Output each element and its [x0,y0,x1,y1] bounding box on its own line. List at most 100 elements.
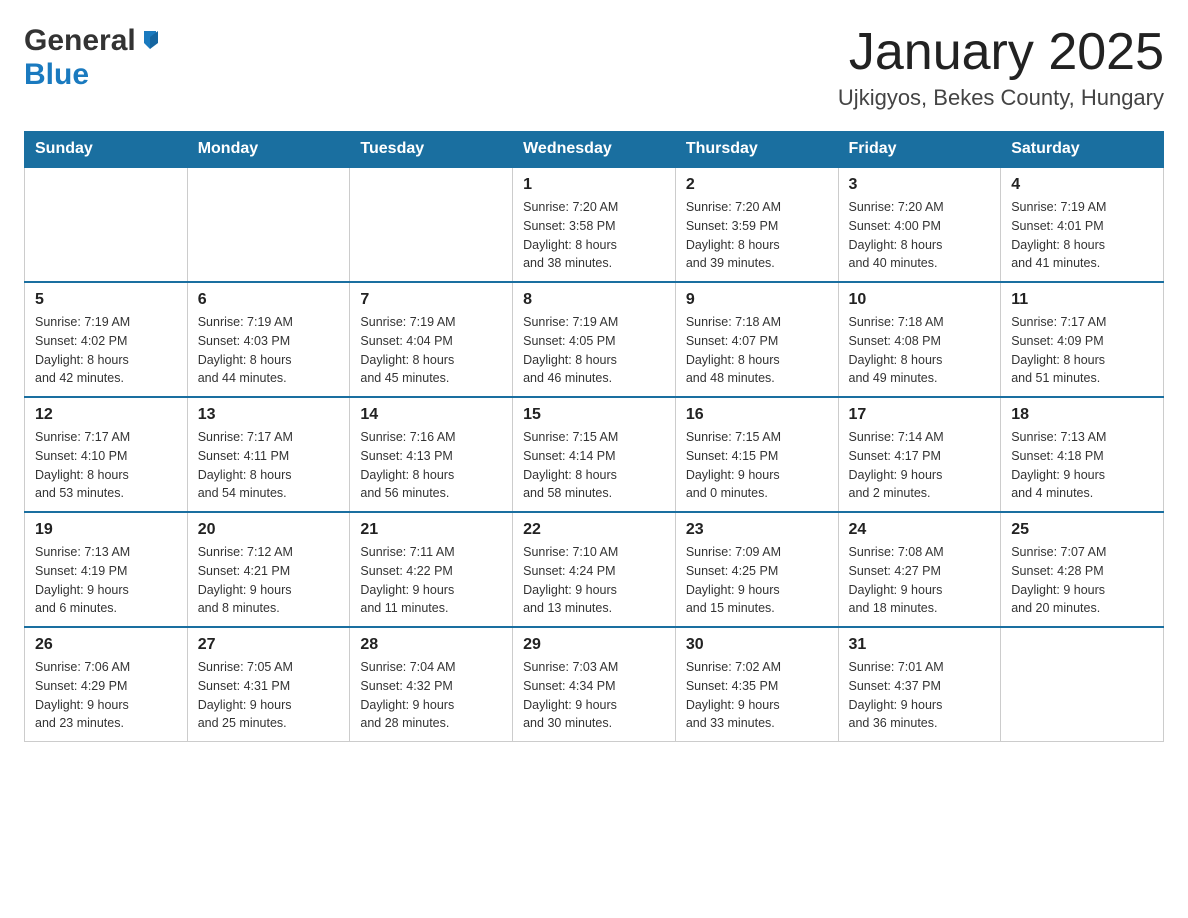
day-info: Sunrise: 7:12 AMSunset: 4:21 PMDaylight:… [198,543,340,618]
table-row: 26 Sunrise: 7:06 AMSunset: 4:29 PMDayligh… [25,627,188,742]
day-info: Sunrise: 7:19 AMSunset: 4:05 PMDaylight:… [523,313,665,388]
day-number: 12 [35,406,177,424]
day-info: Sunrise: 7:05 AMSunset: 4:31 PMDaylight:… [198,658,340,733]
day-info: Sunrise: 7:15 AMSunset: 4:14 PMDaylight:… [523,428,665,503]
table-row: 4Sunrise: 7:19 AMSunset: 4:01 PMDaylight… [1001,167,1164,282]
day-info: Sunrise: 7:19 AMSunset: 4:04 PMDaylight:… [360,313,502,388]
day-info: Sunrise: 7:06 AMSunset: 4:29 PMDaylight:… [35,658,177,733]
logo-arrow-icon [140,29,160,54]
day-info: Sunrise: 7:19 AMSunset: 4:02 PMDaylight:… [35,313,177,388]
day-info: Sunrise: 7:04 AMSunset: 4:32 PMDaylight:… [360,658,502,733]
table-row: 28Sunrise: 7:04 AMSunset: 4:32 PMDayligh… [350,627,513,742]
calendar-week-row: 19Sunrise: 7:13 AMSunset: 4:19 PMDayligh… [25,512,1164,627]
table-row [1001,627,1164,742]
table-row [187,167,350,282]
day-info: Sunrise: 7:13 AMSunset: 4:19 PMDaylight:… [35,543,177,618]
table-row: 23 Sunrise: 7:09 AMSunset: 4:25 PMDayligh… [675,512,838,627]
day-number: 21 [360,521,502,539]
day-number: 31 [849,636,991,654]
day-info: Sunrise: 7:20 AMSunset: 3:59 PMDaylight:… [686,198,828,273]
table-row: 14 Sunrise: 7:16 AMSunset: 4:13 PMDayligh… [350,397,513,512]
logo-general-text: General [24,24,136,58]
day-info: Sunrise: 7:01 AMSunset: 4:37 PMDaylight:… [849,658,991,733]
location-subtitle: Ujkigyos, Bekes County, Hungary [838,85,1164,111]
table-row [25,167,188,282]
day-info: Sunrise: 7:20 AMSunset: 3:58 PMDaylight:… [523,198,665,273]
col-tuesday: Tuesday [350,132,513,168]
calendar-header-row: Sunday Monday Tuesday Wednesday Thursday… [25,132,1164,168]
day-number: 17 [849,406,991,424]
table-row: 25Sunrise: 7:07 AMSunset: 4:28 PMDayligh… [1001,512,1164,627]
month-title: January 2025 [838,24,1164,81]
col-friday: Friday [838,132,1001,168]
table-row: 12Sunrise: 7:17 AMSunset: 4:10 PMDayligh… [25,397,188,512]
table-row: 24 Sunrise: 7:08 AMSunset: 4:27 PMDayligh… [838,512,1001,627]
table-row: 5Sunrise: 7:19 AMSunset: 4:02 PMDaylight… [25,282,188,397]
day-info: Sunrise: 7:18 AMSunset: 4:07 PMDaylight:… [686,313,828,388]
calendar-week-row: 1 Sunrise: 7:20 AMSunset: 3:58 PMDaylight… [25,167,1164,282]
logo-blue-text: Blue [24,58,89,91]
day-info: Sunrise: 7:09 AMSunset: 4:25 PMDaylight:… [686,543,828,618]
table-row [350,167,513,282]
col-saturday: Saturday [1001,132,1164,168]
calendar-week-row: 12Sunrise: 7:17 AMSunset: 4:10 PMDayligh… [25,397,1164,512]
day-number: 29 [523,636,665,654]
day-number: 1 [523,176,665,194]
day-number: 18 [1011,406,1153,424]
table-row: 29 Sunrise: 7:03 AMSunset: 4:34 PMDayligh… [513,627,676,742]
table-row: 10Sunrise: 7:18 AMSunset: 4:08 PMDayligh… [838,282,1001,397]
day-number: 20 [198,521,340,539]
day-number: 8 [523,291,665,309]
day-number: 23 [686,521,828,539]
table-row: 20 Sunrise: 7:12 AMSunset: 4:21 PMDayligh… [187,512,350,627]
day-number: 27 [198,636,340,654]
day-number: 30 [686,636,828,654]
table-row: 18 Sunrise: 7:13 AMSunset: 4:18 PMDayligh… [1001,397,1164,512]
table-row: 6 Sunrise: 7:19 AMSunset: 4:03 PMDaylight… [187,282,350,397]
calendar-table: Sunday Monday Tuesday Wednesday Thursday… [24,131,1164,742]
day-info: Sunrise: 7:11 AMSunset: 4:22 PMDaylight:… [360,543,502,618]
day-info: Sunrise: 7:13 AMSunset: 4:18 PMDaylight:… [1011,428,1153,503]
day-number: 26 [35,636,177,654]
logo: General Blue [24,24,160,92]
table-row: 1 Sunrise: 7:20 AMSunset: 3:58 PMDaylight… [513,167,676,282]
table-row: 3 Sunrise: 7:20 AMSunset: 4:00 PMDaylight… [838,167,1001,282]
day-info: Sunrise: 7:17 AMSunset: 4:09 PMDaylight:… [1011,313,1153,388]
day-number: 22 [523,521,665,539]
day-number: 24 [849,521,991,539]
day-number: 13 [198,406,340,424]
day-number: 15 [523,406,665,424]
day-number: 2 [686,176,828,194]
day-info: Sunrise: 7:16 AMSunset: 4:13 PMDaylight:… [360,428,502,503]
table-row: 9 Sunrise: 7:18 AMSunset: 4:07 PMDaylight… [675,282,838,397]
title-section: January 2025 Ujkigyos, Bekes County, Hun… [838,24,1164,111]
day-info: Sunrise: 7:18 AMSunset: 4:08 PMDaylight:… [849,313,991,388]
table-row: 21 Sunrise: 7:11 AMSunset: 4:22 PMDayligh… [350,512,513,627]
table-row: 2 Sunrise: 7:20 AMSunset: 3:59 PMDaylight… [675,167,838,282]
day-number: 7 [360,291,502,309]
day-info: Sunrise: 7:03 AMSunset: 4:34 PMDaylight:… [523,658,665,733]
day-info: Sunrise: 7:02 AMSunset: 4:35 PMDaylight:… [686,658,828,733]
table-row: 15 Sunrise: 7:15 AMSunset: 4:14 PMDayligh… [513,397,676,512]
day-number: 25 [1011,521,1153,539]
col-wednesday: Wednesday [513,132,676,168]
day-number: 16 [686,406,828,424]
table-row: 8 Sunrise: 7:19 AMSunset: 4:05 PMDaylight… [513,282,676,397]
day-number: 14 [360,406,502,424]
col-sunday: Sunday [25,132,188,168]
day-info: Sunrise: 7:14 AMSunset: 4:17 PMDaylight:… [849,428,991,503]
table-row: 19Sunrise: 7:13 AMSunset: 4:19 PMDayligh… [25,512,188,627]
table-row: 11Sunrise: 7:17 AMSunset: 4:09 PMDayligh… [1001,282,1164,397]
day-info: Sunrise: 7:19 AMSunset: 4:03 PMDaylight:… [198,313,340,388]
table-row: 16Sunrise: 7:15 AMSunset: 4:15 PMDayligh… [675,397,838,512]
day-number: 3 [849,176,991,194]
col-monday: Monday [187,132,350,168]
table-row: 13Sunrise: 7:17 AMSunset: 4:11 PMDayligh… [187,397,350,512]
table-row: 22Sunrise: 7:10 AMSunset: 4:24 PMDayligh… [513,512,676,627]
table-row: 31 Sunrise: 7:01 AMSunset: 4:37 PMDayligh… [838,627,1001,742]
table-row: 27 Sunrise: 7:05 AMSunset: 4:31 PMDayligh… [187,627,350,742]
day-number: 9 [686,291,828,309]
day-number: 6 [198,291,340,309]
day-info: Sunrise: 7:08 AMSunset: 4:27 PMDaylight:… [849,543,991,618]
day-info: Sunrise: 7:20 AMSunset: 4:00 PMDaylight:… [849,198,991,273]
